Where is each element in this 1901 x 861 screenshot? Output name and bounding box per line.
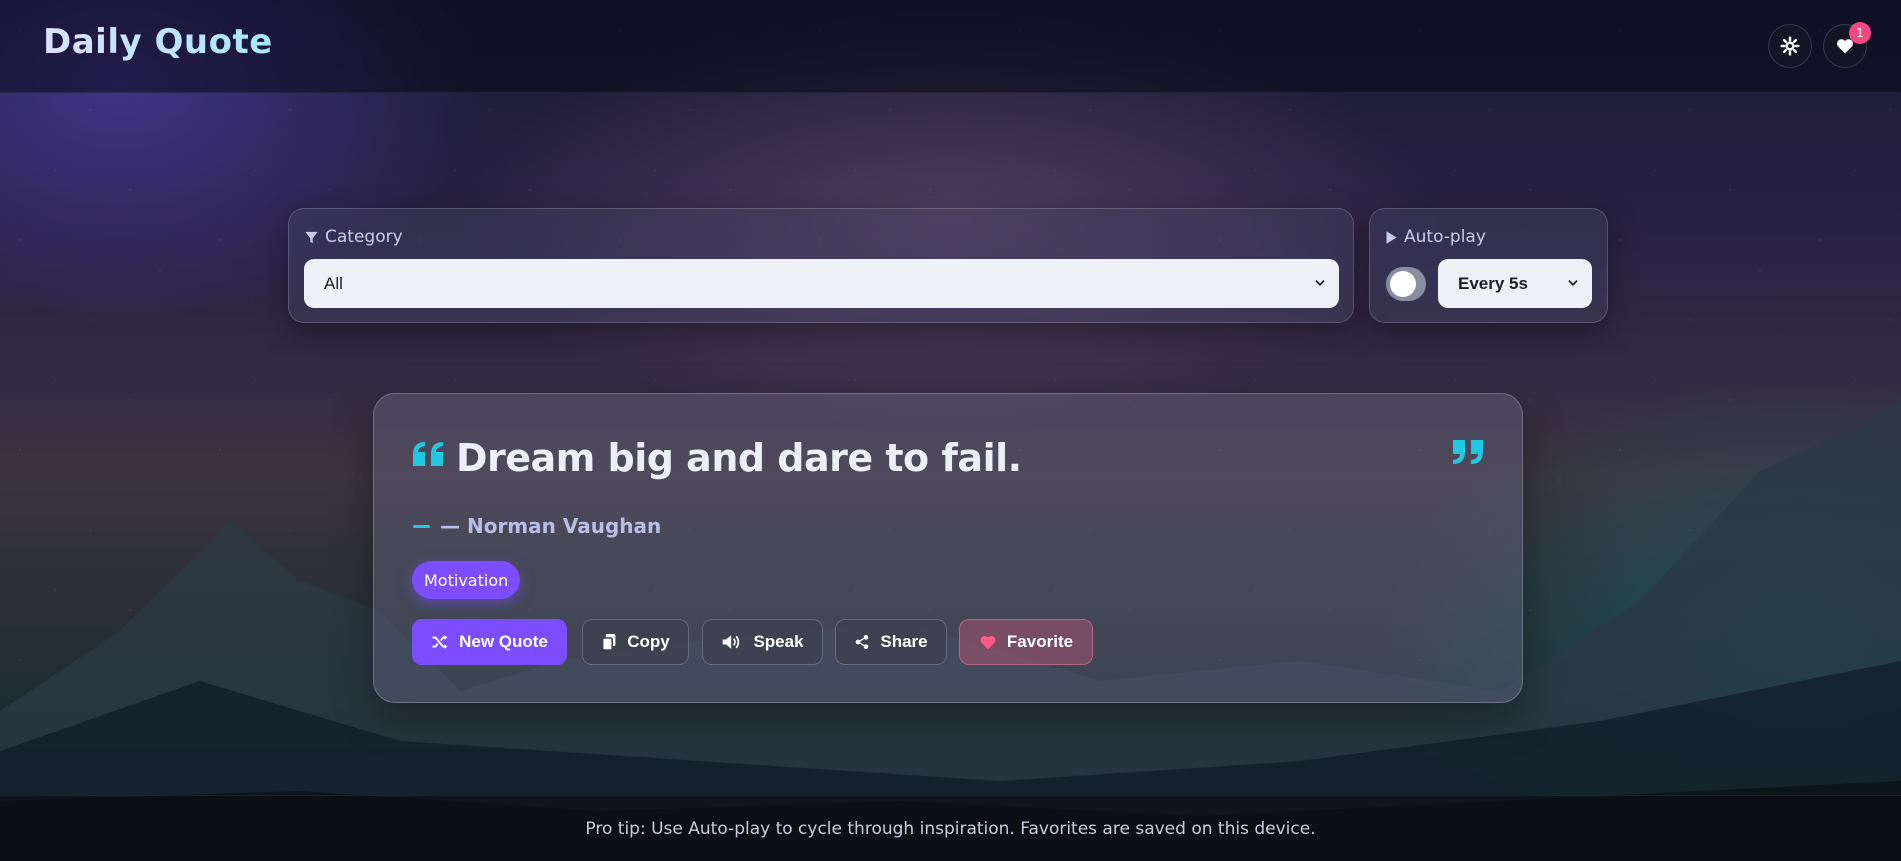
share-label: Share xyxy=(880,632,928,651)
quote-text: Dream big and dare to fail. xyxy=(456,436,1022,480)
share-button[interactable]: Share xyxy=(835,619,947,665)
category-select[interactable]: All xyxy=(304,259,1339,308)
autoplay-label-row: Auto-play xyxy=(1385,227,1486,247)
filter-icon xyxy=(305,231,318,243)
category-tag[interactable]: Motivation xyxy=(412,561,521,599)
speak-button[interactable]: Speak xyxy=(702,619,823,665)
share-icon xyxy=(856,635,869,649)
play-icon xyxy=(1386,230,1397,244)
interval-select[interactable]: Every 5s xyxy=(1438,259,1592,308)
category-label-row: Category xyxy=(304,227,403,247)
interval-select-value: Every 5s xyxy=(1458,273,1528,293)
autoplay-toggle[interactable] xyxy=(1386,267,1426,301)
favorites-button[interactable]: 1 xyxy=(1823,22,1871,68)
new-quote-button[interactable]: New Quote xyxy=(412,619,567,665)
app-title: Daily Quote xyxy=(43,22,273,62)
quote-author: — Norman Vaughan xyxy=(440,514,662,538)
chevron-down-icon xyxy=(1568,280,1578,286)
heart-icon xyxy=(980,636,996,650)
app-footer: Pro tip: Use Auto-play to cycle through … xyxy=(0,795,1901,861)
chevron-down-icon xyxy=(1315,280,1325,286)
open-quote-icon xyxy=(413,442,443,466)
theme-toggle-button[interactable] xyxy=(1768,24,1812,68)
category-panel: Category All xyxy=(288,208,1354,323)
speaker-icon xyxy=(723,635,740,649)
autoplay-label: Auto-play xyxy=(1404,227,1486,247)
gear-icon xyxy=(1780,36,1800,56)
category-select-value: All xyxy=(324,273,343,293)
quote-card: Dream big and dare to fail. — Norman Vau… xyxy=(373,393,1523,703)
author-accent-line xyxy=(413,525,430,528)
close-quote-icon xyxy=(1453,440,1483,464)
autoplay-panel: Auto-play Every 5s xyxy=(1369,208,1608,323)
copy-label: Copy xyxy=(627,632,670,651)
new-quote-label: New Quote xyxy=(459,632,548,651)
copy-button[interactable]: Copy xyxy=(582,619,689,665)
shuffle-icon xyxy=(432,635,448,649)
favorites-count-badge: 1 xyxy=(1849,22,1871,44)
favorite-button[interactable]: Favorite xyxy=(959,619,1093,665)
toggle-knob xyxy=(1390,271,1416,297)
category-label: Category xyxy=(325,227,403,247)
app-header: Daily Quote 1 xyxy=(0,0,1901,93)
speak-label: Speak xyxy=(753,632,804,651)
copy-icon xyxy=(602,634,616,651)
footer-tip: Pro tip: Use Auto-play to cycle through … xyxy=(585,818,1316,839)
favorite-label: Favorite xyxy=(1006,632,1074,651)
